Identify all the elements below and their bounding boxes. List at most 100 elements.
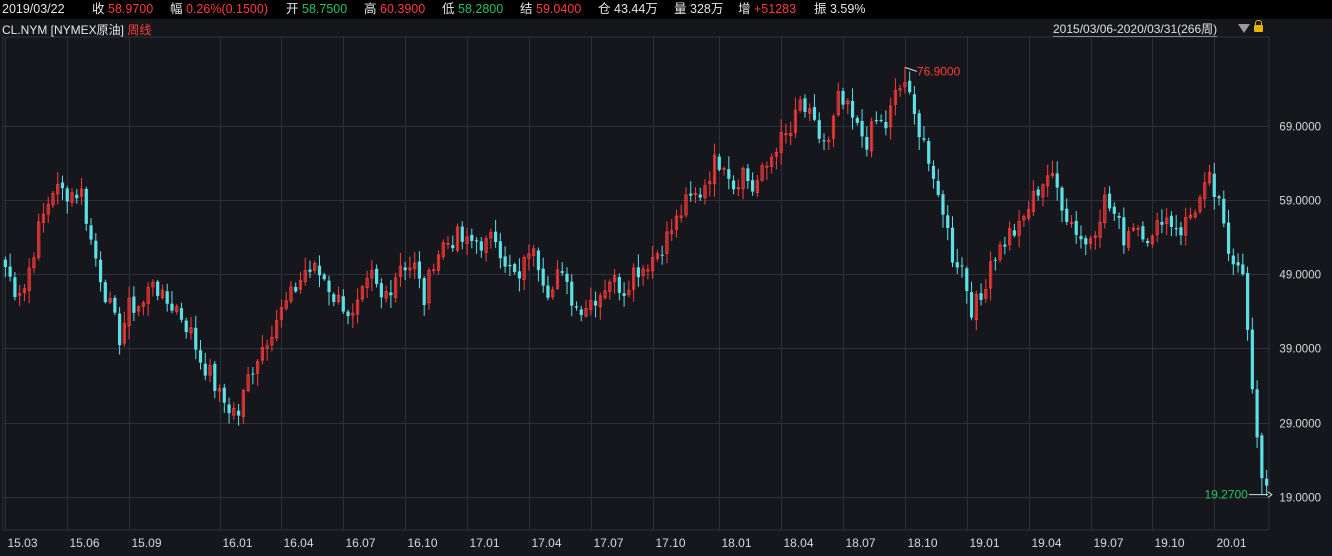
candle-body	[660, 254, 664, 256]
candle-body	[13, 277, 17, 298]
candle-body	[1236, 262, 1240, 266]
triangle-down-icon[interactable]	[1238, 24, 1250, 33]
candle	[603, 279, 607, 300]
candle	[855, 115, 859, 126]
candle	[722, 166, 726, 176]
candle	[203, 352, 207, 381]
candle	[1184, 207, 1188, 246]
candle	[56, 171, 60, 205]
candle	[836, 82, 840, 117]
candle	[1207, 164, 1212, 186]
candle	[1093, 231, 1097, 250]
candle	[1084, 235, 1088, 256]
candle-body	[927, 141, 931, 164]
candle-body	[936, 180, 940, 195]
candle	[1003, 236, 1007, 255]
candle	[765, 161, 769, 180]
candle	[1112, 202, 1116, 222]
candle-body	[422, 278, 426, 306]
candle-body	[479, 241, 483, 251]
candle-body	[317, 265, 322, 276]
x-tick-label: 19.04	[1032, 536, 1062, 550]
candle	[684, 187, 688, 218]
candle-body	[865, 136, 869, 150]
candle	[184, 317, 188, 339]
candle-body	[1065, 208, 1069, 222]
candle-body	[346, 311, 350, 317]
candle	[222, 383, 226, 413]
candle	[1122, 207, 1126, 254]
x-tick-label: 16.07	[346, 536, 376, 550]
candle	[927, 137, 931, 172]
y-tick-label: 19.0000	[1279, 493, 1321, 505]
candle	[413, 251, 417, 280]
candle	[460, 221, 464, 250]
candle	[1079, 225, 1083, 249]
candles-group	[3, 67, 1269, 496]
candle	[346, 309, 350, 325]
candle-body	[327, 280, 331, 293]
candle	[194, 315, 198, 360]
candle	[1012, 223, 1016, 238]
candle	[1236, 253, 1240, 273]
candle	[1179, 221, 1183, 246]
candle	[570, 274, 574, 317]
candle	[536, 247, 541, 282]
candle	[736, 179, 740, 197]
candle-body	[593, 300, 598, 306]
candle-body	[474, 240, 479, 242]
candle-body	[855, 117, 859, 123]
candle-body	[1122, 217, 1126, 246]
candlestick-chart[interactable]: 19.0000 29.0000 39.0000 49.0000 59.0000 69.00…	[0, 0, 1332, 556]
period-label: 周线	[127, 23, 152, 37]
candle	[436, 250, 441, 275]
candle	[41, 203, 46, 233]
candle	[551, 286, 555, 300]
candle-body	[574, 306, 579, 308]
candle	[1212, 162, 1216, 210]
candle	[808, 103, 812, 121]
lock-icon[interactable]	[1254, 20, 1263, 32]
candle-body	[1107, 193, 1112, 209]
candle	[1117, 212, 1121, 230]
candle	[1103, 187, 1107, 229]
candle	[32, 252, 36, 274]
candle	[146, 282, 150, 317]
candle-body	[1117, 215, 1121, 218]
candle-body	[1245, 273, 1250, 330]
x-axis: 15.03 15.06 15.09 16.01 16.04 16.07 16.10 17.01…	[8, 536, 1247, 550]
candle	[993, 257, 997, 271]
candle-body	[917, 113, 921, 138]
candle-body	[689, 193, 693, 196]
candle	[122, 311, 126, 347]
candle-body	[403, 267, 407, 271]
date-range-selector[interactable]: 2015/03/06-2020/03/31(266周)	[1053, 20, 1218, 37]
candle	[1198, 194, 1202, 215]
candle	[1022, 214, 1026, 227]
candle	[403, 261, 407, 281]
candle	[755, 174, 759, 198]
candle	[1222, 190, 1226, 228]
candle	[532, 244, 536, 267]
candle	[1046, 164, 1050, 197]
candle-body	[156, 281, 160, 296]
candle	[327, 275, 331, 306]
candle	[503, 246, 507, 273]
candle	[98, 251, 103, 292]
x-tick-label: 16.10	[408, 536, 438, 550]
candle-body	[1003, 244, 1007, 247]
y-axis: 19.0000 29.0000 39.0000 49.0000 59.0000 69.00…	[1279, 122, 1321, 505]
candle	[1245, 266, 1250, 341]
candle	[251, 367, 255, 385]
candle-body	[503, 256, 507, 267]
candle-body	[565, 273, 569, 282]
candle	[355, 288, 360, 324]
candle-body	[470, 234, 474, 241]
candle	[998, 240, 1002, 263]
candle	[931, 160, 936, 189]
candle	[622, 282, 626, 307]
candle-body	[1112, 206, 1116, 214]
candle-body	[1226, 222, 1231, 254]
candle-body	[417, 261, 422, 279]
candle	[898, 84, 902, 97]
